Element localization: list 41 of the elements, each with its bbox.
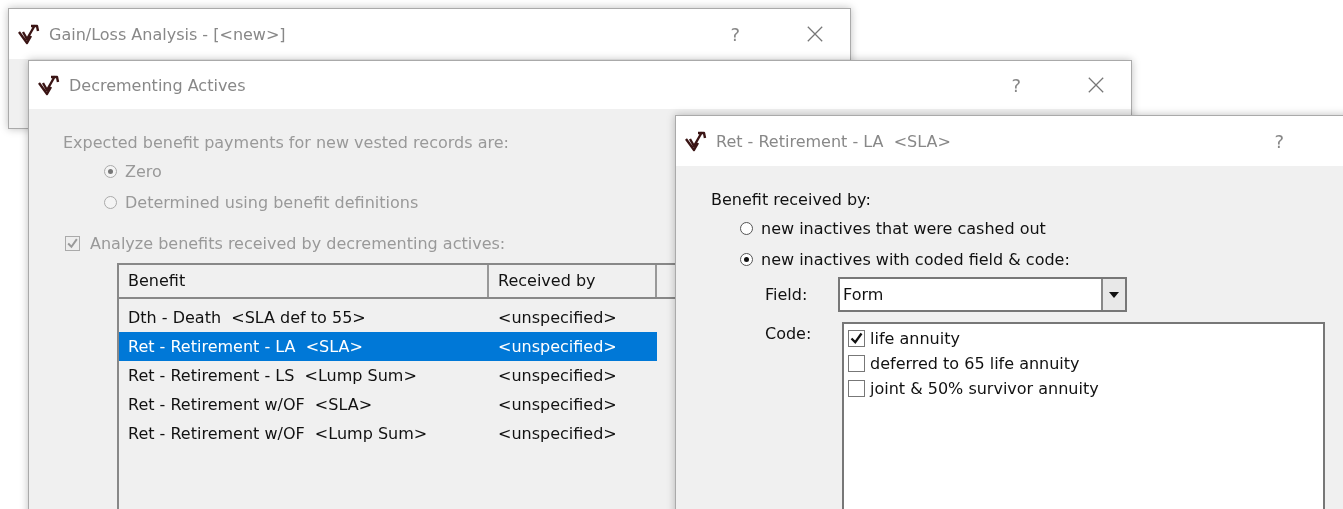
table-cell-text: Ret - Retirement - LS <Lump Sum> — [127, 366, 418, 385]
close-icon[interactable] — [1087, 76, 1105, 94]
table-row[interactable]: Ret - Retirement w/OF <SLA> <unspecified> — [119, 390, 657, 419]
table-cell-text: <unspecified> — [497, 424, 618, 443]
window-title: Decrementing Actives — [69, 75, 246, 95]
table-cell-text: Ret - Retirement - LA <SLA> — [127, 337, 364, 356]
table-cell-text: Dth - Death <SLA def to 55> — [127, 308, 367, 327]
help-button[interactable]: ? — [1268, 130, 1290, 152]
check-icon — [66, 237, 79, 250]
field-label: Field: — [765, 285, 809, 304]
table-cell-text: <unspecified> — [497, 308, 618, 327]
code-label: Code: — [765, 323, 813, 343]
column-header[interactable]: Received by — [489, 265, 657, 297]
table-cell-text: <unspecified> — [497, 366, 618, 385]
table-cell-text: <unspecified> — [497, 337, 618, 356]
prompt-label: Benefit received by: — [711, 190, 871, 209]
help-button[interactable]: ? — [724, 23, 746, 45]
code-checkbox[interactable]: joint & 50% survivor annuity — [848, 379, 1099, 398]
radio-option[interactable]: new inactives that were cashed out — [740, 219, 1070, 238]
table-row[interactable]: Dth - Death <SLA def to 55> <unspecified> — [119, 303, 657, 332]
logo-icon — [37, 73, 61, 97]
prompt-label: Expected benefit payments for new vested records are: — [63, 133, 509, 152]
logo-icon — [17, 22, 41, 46]
table-cell-text: Ret - Retirement w/OF <SLA> — [127, 395, 374, 414]
table-row[interactable]: Ret - Retirement - LA <SLA> <unspecified> — [119, 332, 657, 361]
window-title: Ret - Retirement - LA <SLA> — [716, 131, 951, 151]
table-row[interactable]: Ret - Retirement w/OF <Lump Sum> <unspecified> — [119, 419, 657, 448]
logo-icon — [684, 129, 708, 153]
table-row[interactable]: Ret - Retirement - LS <Lump Sum> <unspecified> — [119, 361, 657, 390]
field-dropdown[interactable]: Form — [838, 277, 1127, 312]
column-header[interactable]: Benefit — [119, 265, 489, 297]
close-icon[interactable] — [806, 25, 824, 43]
code-checkbox[interactable]: life annuity — [848, 329, 960, 348]
caret-icon — [1109, 291, 1119, 298]
table-cell-text: Ret - Retirement w/OF <Lump Sum> — [127, 424, 429, 443]
table-cell-text: <unspecified> — [497, 395, 618, 414]
window-title: Gain/Loss Analysis - [<new>] — [49, 24, 286, 44]
check-icon — [849, 331, 864, 346]
help-button[interactable]: ? — [1005, 74, 1027, 96]
code-checkbox[interactable]: deferred to 65 life annuity — [848, 354, 1080, 373]
radio-option[interactable]: new inactives with coded field & code: — [740, 250, 1070, 269]
